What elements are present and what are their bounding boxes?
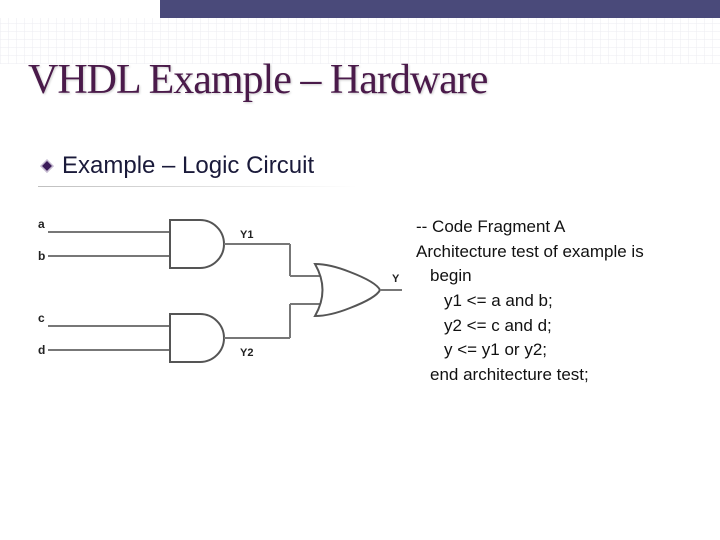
- bullet-text: Example – Logic Circuit: [62, 152, 314, 180]
- logic-circuit-diagram: a b c d Y1 Y2 Y: [30, 210, 410, 390]
- label-y2: Y2: [240, 347, 253, 359]
- header-bar: [160, 0, 720, 18]
- bullet-row: Example – Logic Circuit: [40, 152, 314, 180]
- label-y1: Y1: [240, 229, 253, 241]
- code-line: begin: [416, 264, 644, 289]
- code-line: -- Code Fragment A: [416, 215, 644, 240]
- label-y: Y: [392, 273, 400, 285]
- label-b: b: [38, 249, 45, 263]
- code-line: Architecture test of example is: [416, 240, 644, 265]
- code-line: y2 <= c and d;: [416, 314, 644, 339]
- code-line: y1 <= a and b;: [416, 289, 644, 314]
- bullet-underline: [38, 186, 358, 187]
- or-gate-icon: [315, 264, 380, 316]
- label-c: c: [38, 311, 45, 325]
- and-gate-2-icon: [170, 314, 224, 362]
- and-gate-1-icon: [170, 220, 224, 268]
- label-a: a: [38, 217, 45, 231]
- label-d: d: [38, 343, 45, 357]
- code-line: y <= y1 or y2;: [416, 338, 644, 363]
- diamond-bullet-icon: [40, 159, 54, 173]
- page-title: VHDL Example – Hardware: [28, 56, 487, 104]
- code-line: end architecture test;: [416, 363, 644, 388]
- code-fragment: -- Code Fragment A Architecture test of …: [416, 215, 644, 387]
